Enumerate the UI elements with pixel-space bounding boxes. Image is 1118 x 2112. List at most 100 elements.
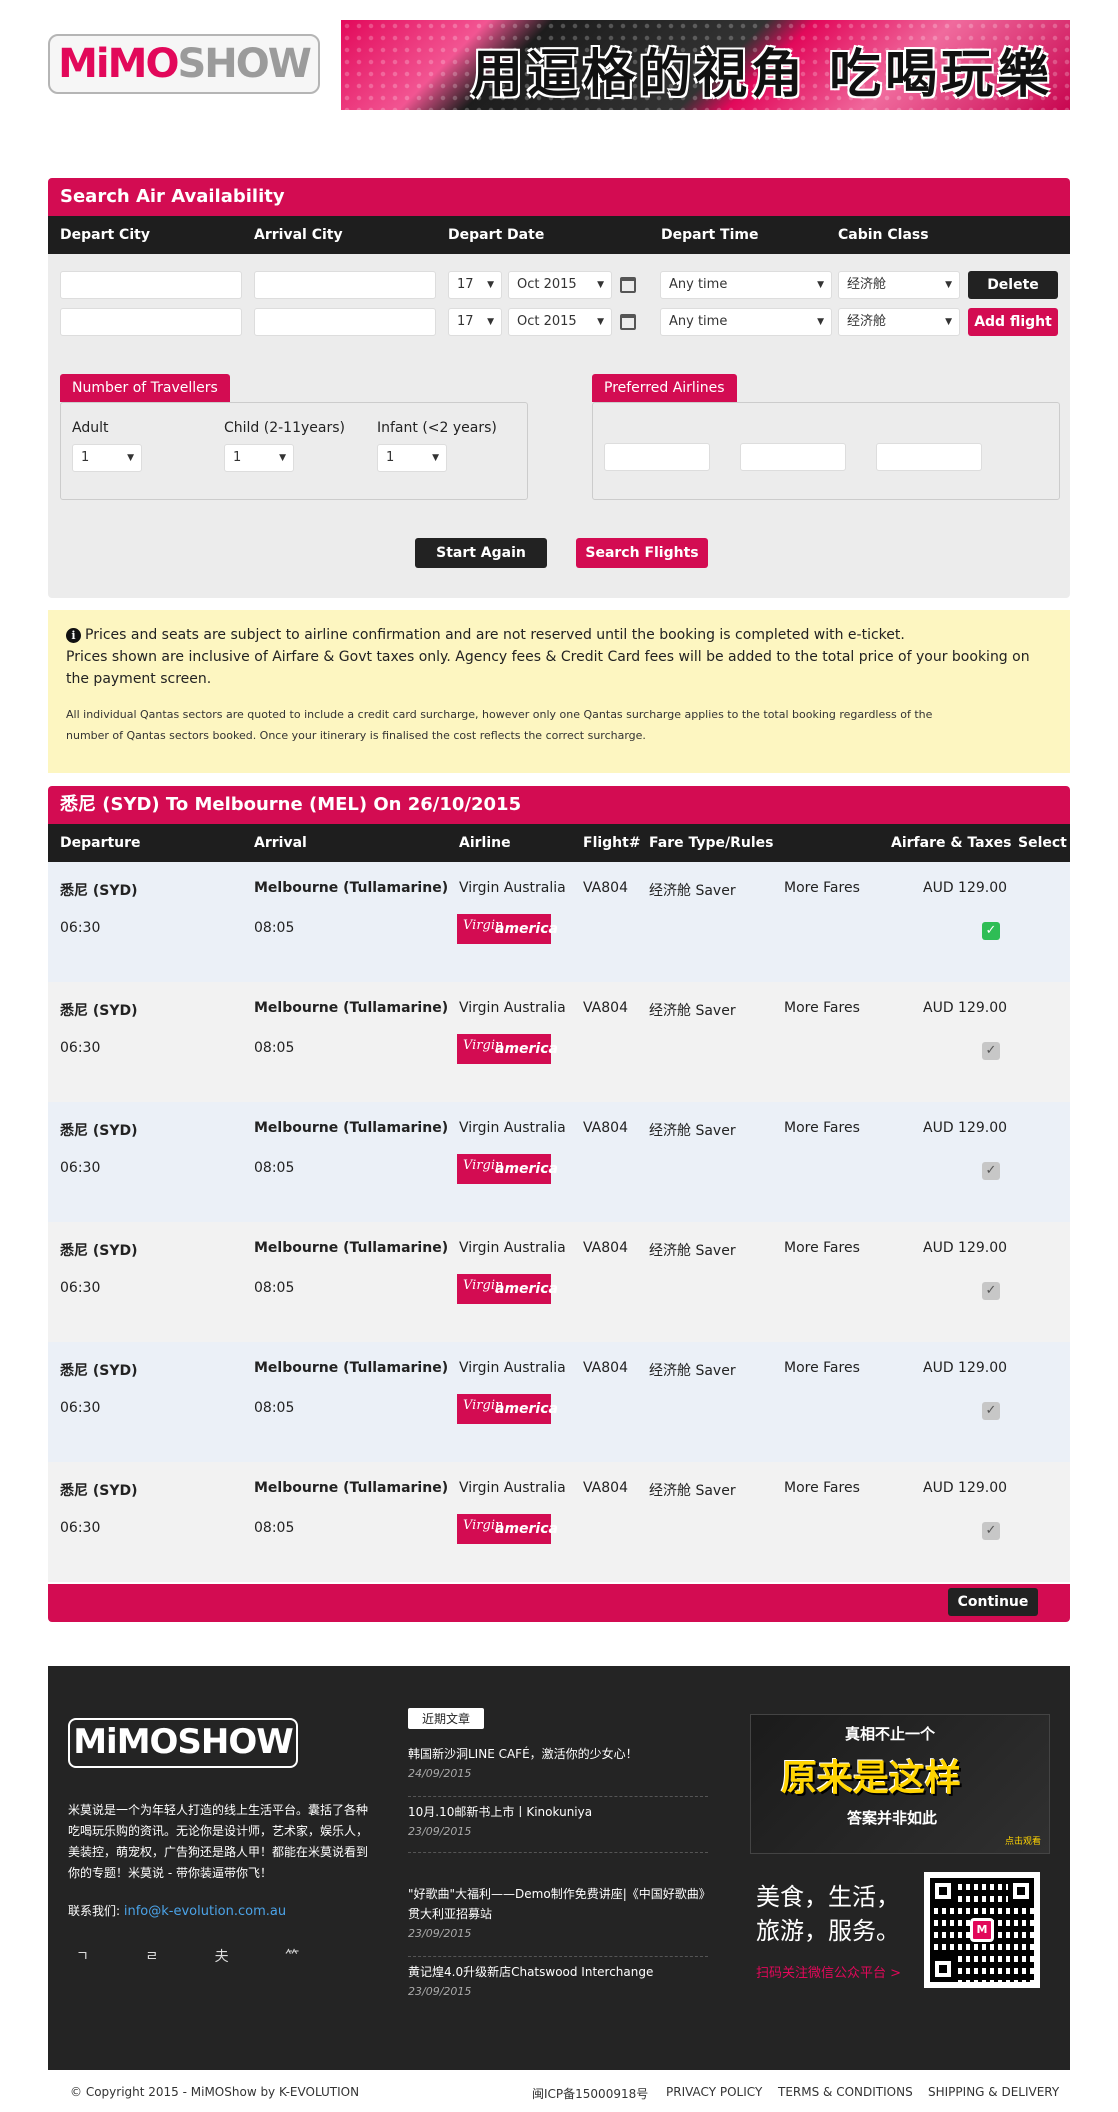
news-divider — [408, 1796, 708, 1797]
footer-logo[interactable]: MiMOSHOW — [68, 1718, 298, 1768]
cabin-class-select-1[interactable]: 经济舱 — [838, 271, 960, 299]
cabin-class-select-2[interactable]: 经济舱 — [838, 308, 960, 336]
preferred-airline-input-2[interactable] — [740, 443, 846, 471]
continue-button[interactable]: Continue — [948, 1588, 1038, 1616]
promo-link[interactable]: 点击观看 — [1005, 1834, 1041, 1847]
flight-list: 悉尼 (SYD) 06:30 Melbourne (Tullamarine) 08:0… — [48, 862, 1070, 1582]
search-title: Search Air Availability — [48, 178, 1070, 216]
shipping-link[interactable]: SHIPPING & DELIVERY — [928, 2085, 1059, 2099]
child-select[interactable]: 1 — [224, 444, 294, 472]
arrival-airport: Melbourne (Tullamarine) — [254, 1120, 449, 1136]
depart-time-select-2[interactable]: Any time — [660, 308, 832, 336]
contact-email-link[interactable]: info@k-evolution.com.au — [124, 1904, 286, 1919]
select-flight-checkbox[interactable]: ✓ — [982, 1522, 1000, 1540]
more-fares-link[interactable]: More Fares — [784, 1120, 860, 1136]
notice-line-2: Prices shown are inclusive of Airfare & … — [66, 649, 1030, 687]
depart-day-select-2[interactable]: 17 — [448, 308, 502, 336]
departure-airport: 悉尼 (SYD) — [60, 883, 138, 899]
terms-link[interactable]: TERMS & CONDITIONS — [778, 2085, 913, 2099]
col-departure: Departure — [60, 835, 141, 851]
news-item[interactable]: 黄记煌4.0升级新店Chatswood Interchange 23/09/201… — [408, 1962, 708, 2002]
depart-month-select-1[interactable]: Oct 2015 — [508, 271, 612, 299]
adult-select[interactable]: 1 — [72, 444, 142, 472]
depart-day-select-1[interactable]: 17 — [448, 271, 502, 299]
flight-number: VA804 — [583, 1000, 628, 1016]
news-date: 23/09/2015 — [408, 1825, 472, 1838]
news-item[interactable]: 韩国新沙洞LINE CAFÉ，激活你的少女心！ 24/09/2015 — [408, 1744, 708, 1784]
mimoshow-logo[interactable]: MiMO SHOW — [48, 34, 320, 94]
copyright: © Copyright 2015 - MiMOShow by K-EVOLUTI… — [70, 2085, 360, 2099]
infant-label: Infant (<2 years) — [377, 420, 497, 436]
more-fares-link[interactable]: More Fares — [784, 1360, 860, 1376]
header-banner[interactable]: 用逼格的視角 吃喝玩樂購 — [341, 20, 1070, 110]
news-title[interactable]: 10月.10邮新书上市丨Kinokuniya — [408, 1802, 708, 1822]
preferred-airline-input-1[interactable] — [604, 443, 710, 471]
news-date: 23/09/2015 — [408, 1927, 472, 1940]
preferred-airlines-title: Preferred Airlines — [592, 374, 737, 402]
col-depart-date: Depart Date — [448, 227, 545, 243]
select-flight-checkbox[interactable]: ✓ — [982, 1402, 1000, 1420]
depart-time-select-1[interactable]: Any time — [660, 271, 832, 299]
flight-row: 悉尼 (SYD) 06:30 Melbourne (Tullamarine) 08:0… — [48, 1342, 1070, 1462]
arrival-time: 08:05 — [254, 920, 295, 936]
airline-name: Virgin Australia — [459, 1480, 566, 1496]
news-item[interactable]: 10月.10邮新书上市丨Kinokuniya 23/09/2015 — [408, 1802, 708, 1842]
flight-number: VA804 — [583, 1120, 628, 1136]
departure-time: 06:30 — [60, 1040, 101, 1056]
depart-month-select-2[interactable]: Oct 2015 — [508, 308, 612, 336]
footer-contact: 联系我们: info@k-evolution.com.au — [68, 1902, 286, 1919]
select-flight-checkbox[interactable]: ✓ — [982, 1282, 1000, 1300]
privacy-policy-link[interactable]: PRIVACY POLICY — [666, 2085, 762, 2099]
search-flights-button[interactable]: Search Flights — [576, 538, 708, 568]
promo-banner[interactable]: 真相不止一个 原来是这样 答案并非如此 点击观看 — [750, 1714, 1050, 1854]
departure-time: 06:30 — [60, 1400, 101, 1416]
depart-city-input-1[interactable] — [60, 271, 242, 299]
promo-top-text: 真相不止一个 — [845, 1725, 936, 1743]
preferred-airline-input-3[interactable] — [876, 443, 982, 471]
delete-flight-button[interactable]: Delete — [968, 271, 1058, 299]
social-icons[interactable]: ㄱ ㄹ 夫 ⺮ — [76, 1946, 325, 1966]
more-fares-link[interactable]: More Fares — [784, 1480, 860, 1496]
news-title[interactable]: "好歌曲"大福利——Demo制作免费讲座|《中国好歌曲》贯大利亚招募站 — [408, 1884, 708, 1924]
flight-row: 悉尼 (SYD) 06:30 Melbourne (Tullamarine) 08:0… — [48, 1222, 1070, 1342]
select-flight-checkbox[interactable]: ✓ — [982, 1162, 1000, 1180]
more-fares-link[interactable]: More Fares — [784, 1000, 860, 1016]
col-flight: Flight# — [583, 835, 641, 851]
depart-city-input-2[interactable] — [60, 308, 242, 336]
departure-time: 06:30 — [60, 1280, 101, 1296]
calendar-icon[interactable] — [620, 277, 636, 293]
icp-link[interactable]: 闽ICP备15000918号 — [532, 2085, 648, 2102]
col-fare: Fare Type/Rules — [649, 835, 774, 851]
wechat-follow-link[interactable]: 扫码关注微信公众平台 > — [756, 1962, 901, 1981]
news-item[interactable]: "好歌曲"大福利——Demo制作免费讲座|《中国好歌曲》贯大利亚招募站 23/09… — [408, 1884, 708, 1944]
info-icon: i — [66, 628, 81, 643]
add-flight-button[interactable]: Add flight — [968, 308, 1058, 336]
continue-bar: Continue — [48, 1584, 1070, 1622]
select-flight-checkbox[interactable]: ✓ — [982, 1042, 1000, 1060]
flight-row: 悉尼 (SYD) 06:30 Melbourne (Tullamarine) 08:0… — [48, 982, 1070, 1102]
price: AUD 129.00 — [923, 1000, 1008, 1016]
fare-type: 经济舱 Saver — [649, 1003, 736, 1019]
arrival-time: 08:05 — [254, 1280, 295, 1296]
adult-label: Adult — [72, 420, 109, 436]
col-depart-city: Depart City — [60, 227, 150, 243]
more-fares-link[interactable]: More Fares — [784, 1240, 860, 1256]
arrival-city-input-2[interactable] — [254, 308, 436, 336]
banner-text: 用逼格的視角 吃喝玩樂購 — [471, 44, 1054, 105]
news-title[interactable]: 韩国新沙洞LINE CAFÉ，激活你的少女心！ — [408, 1744, 708, 1764]
airline-name: Virgin Australia — [459, 1240, 566, 1256]
more-fares-link[interactable]: More Fares — [784, 880, 860, 896]
calendar-icon[interactable] — [620, 314, 636, 330]
select-flight-checkbox[interactable]: ✓ — [982, 922, 1000, 940]
airline-logo: Virgin america — [457, 1274, 558, 1304]
price-notice: i Prices and seats are subject to airline… — [48, 610, 1070, 773]
infant-select[interactable]: 1 — [377, 444, 447, 472]
results-column-header: Departure Arrival Airline Flight# Fare T… — [48, 824, 1070, 862]
news-title[interactable]: 黄记煌4.0升级新店Chatswood Interchange — [408, 1962, 708, 1982]
price: AUD 129.00 — [923, 880, 1008, 896]
airline-name: Virgin Australia — [459, 880, 566, 896]
start-again-button[interactable]: Start Again — [415, 538, 547, 568]
arrival-city-input-1[interactable] — [254, 271, 436, 299]
price: AUD 129.00 — [923, 1120, 1008, 1136]
wechat-slogan: 美食，生活，旅游，服务。 — [756, 1883, 900, 1945]
